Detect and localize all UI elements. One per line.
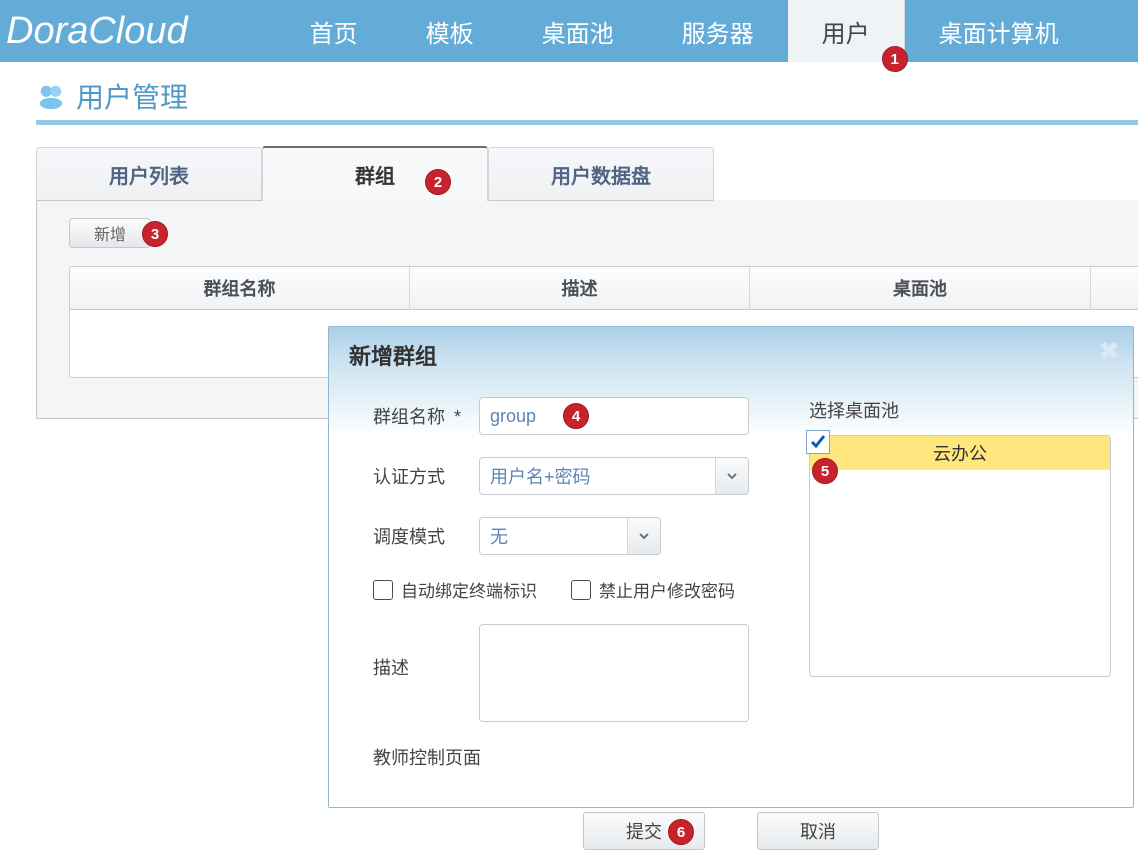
dialog-body: 群组名称 * 4 认证方式 用户名+密码 调度模式 bbox=[329, 383, 1133, 792]
chevron-down-icon bbox=[715, 458, 748, 494]
callout-badge-2: 2 bbox=[425, 169, 451, 195]
group-name-input[interactable] bbox=[479, 397, 749, 435]
callout-badge-4: 4 bbox=[563, 403, 589, 429]
checkbox-icon bbox=[373, 580, 393, 600]
tab-user-disk[interactable]: 用户数据盘 bbox=[488, 147, 714, 201]
required-mark: * bbox=[454, 407, 461, 427]
brand-logo: DoraCloud bbox=[0, 0, 202, 62]
submit-button[interactable]: 提交 6 bbox=[583, 812, 705, 850]
pool-item-label: 云办公 bbox=[810, 440, 1110, 466]
nav-item-label: 桌面池 bbox=[542, 14, 614, 49]
label-auth-method: 认证方式 bbox=[373, 463, 479, 489]
pool-item[interactable]: 云办公 bbox=[810, 436, 1110, 470]
row-auth-method: 认证方式 用户名+密码 bbox=[373, 457, 779, 495]
nav-item-user[interactable]: 用户 1 bbox=[788, 0, 905, 62]
nav-item-label: 桌面计算机 bbox=[939, 14, 1059, 49]
dialog-footer: 提交 6 取消 bbox=[329, 812, 1133, 850]
callout-badge-1: 1 bbox=[882, 46, 908, 72]
nav-item-template[interactable]: 模板 bbox=[392, 0, 508, 62]
add-button[interactable]: 新增 3 bbox=[69, 218, 151, 248]
nav-spacer bbox=[202, 0, 276, 62]
nav-item-desktop-pool[interactable]: 桌面池 bbox=[508, 0, 648, 62]
nav-item-home[interactable]: 首页 bbox=[276, 0, 392, 62]
dialog-title: 新增群组 bbox=[349, 339, 437, 371]
callout-badge-5: 5 bbox=[812, 458, 838, 484]
tab-label: 用户列表 bbox=[109, 160, 189, 189]
callout-badge-6: 6 bbox=[668, 819, 694, 845]
auth-method-select[interactable]: 用户名+密码 bbox=[479, 457, 749, 495]
checkbox-icon bbox=[571, 580, 591, 600]
description-textarea[interactable] bbox=[479, 624, 749, 722]
nav-item-label: 服务器 bbox=[682, 14, 754, 49]
sched-mode-value: 无 bbox=[480, 518, 627, 554]
add-button-label: 新增 bbox=[94, 221, 126, 245]
cancel-button-label: 取消 bbox=[800, 818, 836, 844]
dialog-form-right: 选择桌面池 云办公 5 bbox=[809, 397, 1111, 792]
tab-label: 群组 bbox=[355, 160, 395, 189]
callout-badge-3: 3 bbox=[142, 221, 168, 247]
nav-item-server[interactable]: 服务器 bbox=[648, 0, 788, 62]
row-sched-mode: 调度模式 无 bbox=[373, 517, 779, 555]
label-text: 群组名称 bbox=[373, 407, 445, 427]
nav-item-label: 首页 bbox=[310, 14, 358, 49]
checkbox-label: 自动绑定终端标识 bbox=[401, 577, 537, 602]
checkbox-auto-bind[interactable]: 自动绑定终端标识 bbox=[373, 577, 537, 602]
page-title: 用户管理 bbox=[76, 76, 188, 116]
grid-header-pool: 桌面池 bbox=[750, 267, 1091, 309]
label-description: 描述 bbox=[373, 654, 479, 680]
tab-user-list[interactable]: 用户列表 bbox=[36, 147, 262, 201]
grid-header-desc: 描述 bbox=[410, 267, 750, 309]
nav-item-label: 模板 bbox=[426, 14, 474, 49]
grid-header: 群组名称 描述 桌面池 bbox=[70, 267, 1138, 310]
row-description: 描述 bbox=[373, 624, 779, 722]
checkbox-icon bbox=[806, 430, 830, 454]
grid-header-empty bbox=[1091, 267, 1138, 309]
page-header: 用户管理 bbox=[36, 76, 1138, 125]
tabstrip: 用户列表 群组 2 用户数据盘 bbox=[36, 147, 1138, 201]
submit-button-label: 提交 bbox=[626, 818, 662, 844]
checkbox-label: 禁止用户修改密码 bbox=[599, 577, 735, 602]
nav-item-desktop-computer[interactable]: 桌面计算机 bbox=[905, 0, 1093, 62]
dialog-form-left: 群组名称 * 4 认证方式 用户名+密码 调度模式 bbox=[373, 397, 779, 792]
navbar: DoraCloud 首页 模板 桌面池 服务器 用户 1 桌面计算机 bbox=[0, 0, 1138, 62]
row-teacher-page: 教师控制页面 bbox=[373, 744, 779, 770]
label-teacher-page: 教师控制页面 bbox=[373, 744, 481, 770]
close-icon[interactable]: ✖ bbox=[1099, 337, 1119, 366]
grid-header-name: 群组名称 bbox=[70, 267, 410, 309]
row-group-name: 群组名称 * 4 bbox=[373, 397, 779, 435]
row-checkboxes: 自动绑定终端标识 禁止用户修改密码 bbox=[373, 577, 779, 602]
sched-mode-select[interactable]: 无 bbox=[479, 517, 661, 555]
tab-group[interactable]: 群组 2 bbox=[262, 146, 488, 201]
tab-label: 用户数据盘 bbox=[551, 160, 651, 189]
nav-item-label: 用户 bbox=[822, 14, 870, 49]
label-sched-mode: 调度模式 bbox=[373, 523, 479, 549]
pool-list: 云办公 5 bbox=[809, 435, 1111, 677]
checkbox-deny-pwd[interactable]: 禁止用户修改密码 bbox=[571, 577, 735, 602]
cancel-button[interactable]: 取消 bbox=[757, 812, 879, 850]
dialog-header[interactable]: 新增群组 ✖ bbox=[329, 327, 1133, 383]
auth-method-value: 用户名+密码 bbox=[480, 458, 715, 494]
dialog-new-group: 新增群组 ✖ 群组名称 * 4 认证方式 用户名+密码 bbox=[328, 326, 1134, 808]
chevron-down-icon bbox=[627, 518, 660, 554]
users-icon bbox=[36, 81, 66, 111]
label-select-pool: 选择桌面池 bbox=[809, 397, 1111, 423]
label-group-name: 群组名称 * bbox=[373, 403, 479, 429]
